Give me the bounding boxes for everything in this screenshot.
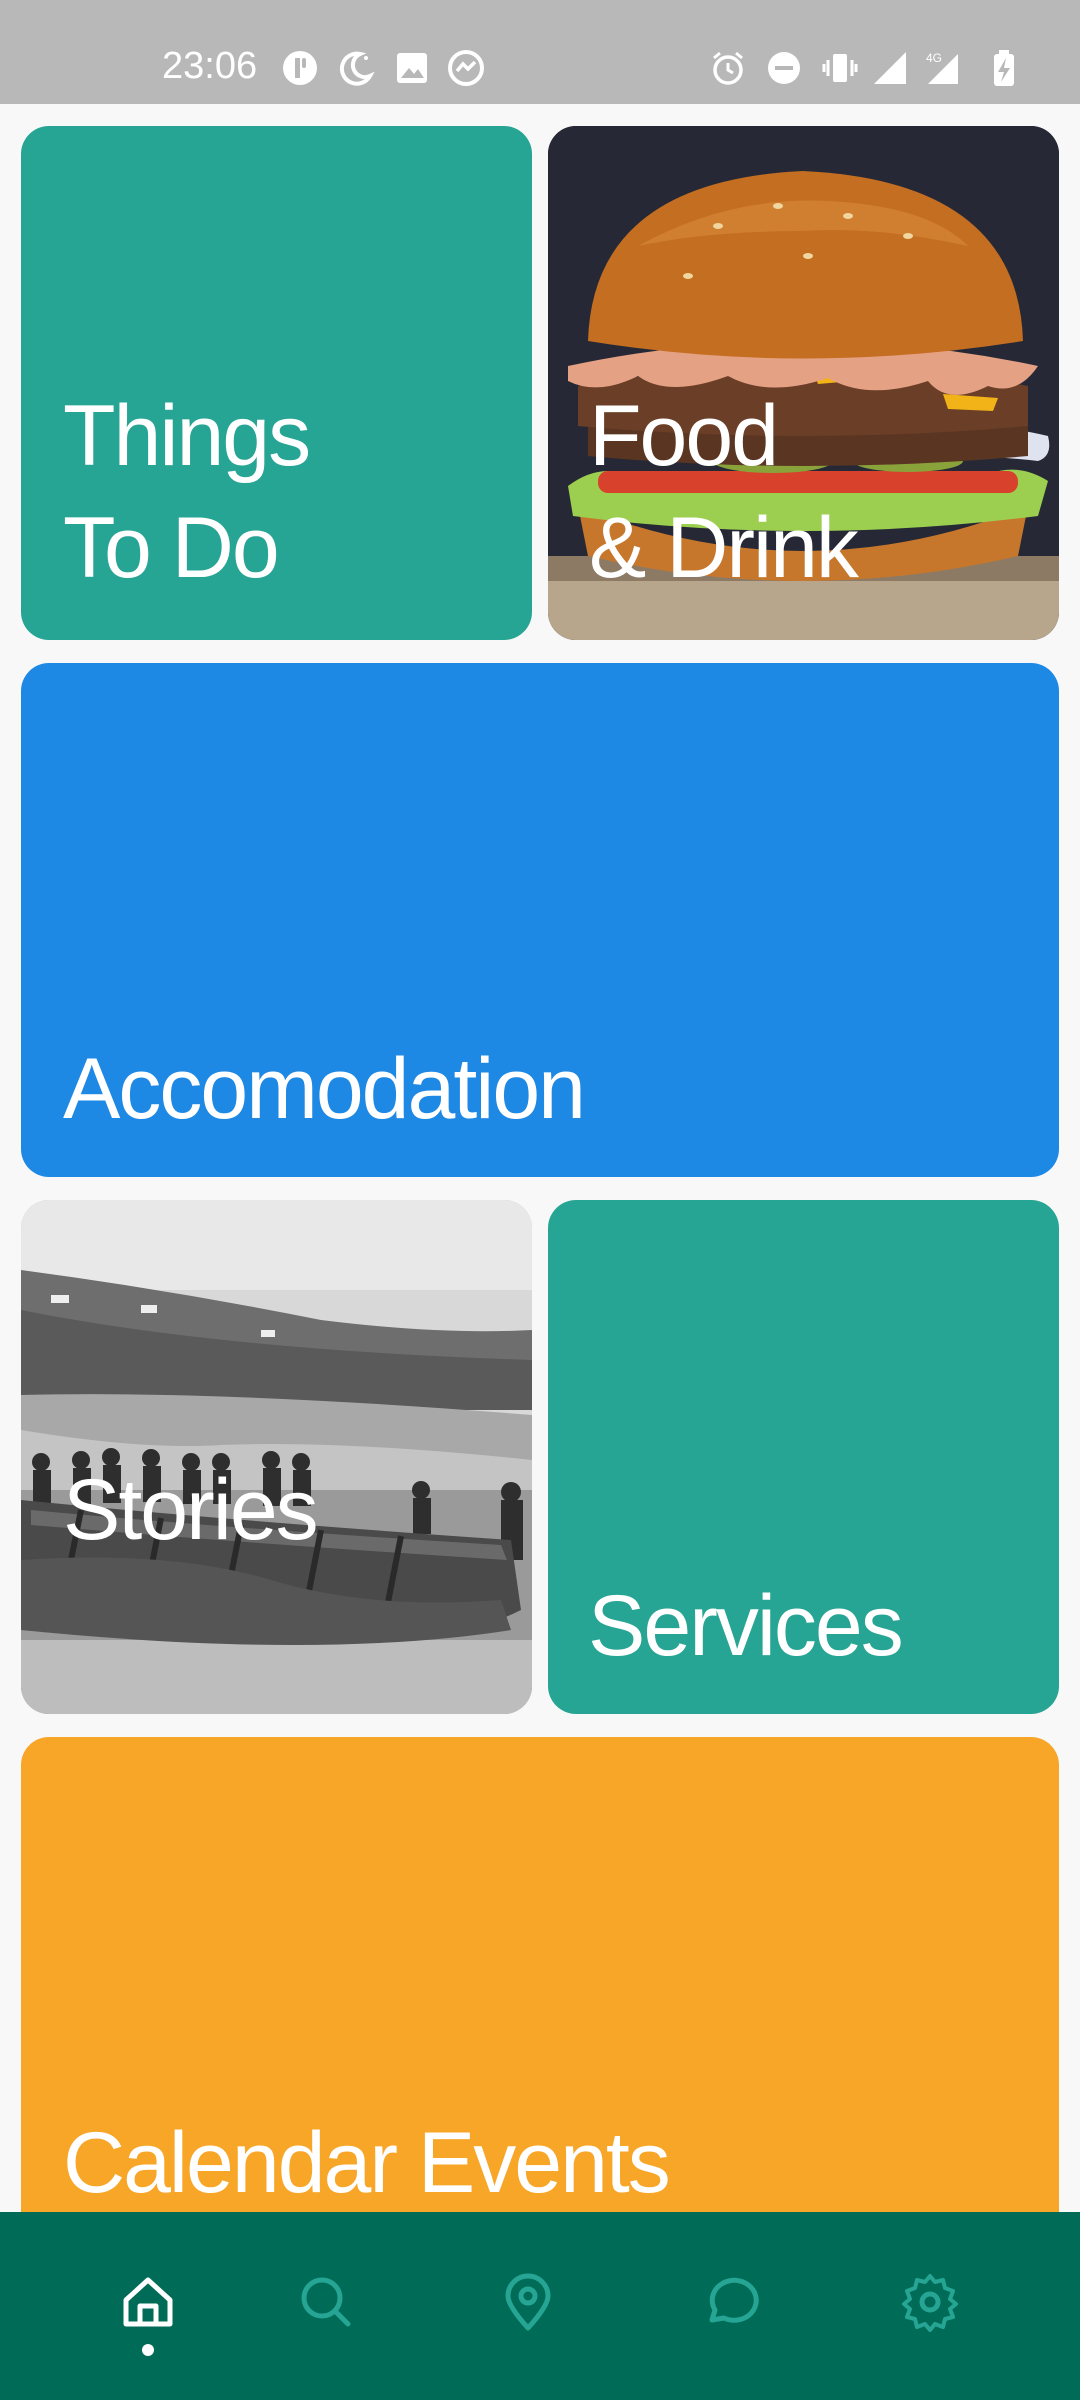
tile-label: Things To Do: [63, 388, 311, 596]
do-not-disturb-moon-icon: [336, 48, 376, 88]
svg-text:4G: 4G: [926, 51, 942, 65]
status-time: 23:06: [162, 45, 258, 87]
status-bar: 23:06 4G: [0, 0, 1080, 104]
nav-settings[interactable]: [870, 2212, 990, 2400]
dnd-minus-icon: [764, 48, 804, 88]
home-icon: [123, 2277, 173, 2327]
nav-search[interactable]: [266, 2212, 386, 2400]
alarm-icon: [708, 48, 748, 88]
tile-label: Calendar Events: [63, 2115, 671, 2211]
signal-4g-icon: 4G: [922, 48, 962, 88]
map-pin-icon: [505, 2273, 551, 2331]
app-notification-icon: [280, 48, 320, 88]
tile-food-drink[interactable]: Food & Drink: [548, 126, 1059, 640]
tile-label: Accomodation: [63, 1041, 586, 1137]
tile-stories[interactable]: Stories: [21, 1200, 532, 1714]
tile-things-to-do[interactable]: Things To Do: [21, 126, 532, 640]
tile-label: Stories: [63, 1462, 319, 1558]
settings-gear-icon: [902, 2274, 958, 2332]
gallery-icon: [392, 48, 432, 88]
search-icon: [301, 2277, 351, 2327]
signal-roaming-icon: [870, 48, 910, 88]
tile-label: Services: [588, 1578, 904, 1674]
battery-charging-icon: [984, 48, 1024, 88]
tile-services[interactable]: Services: [548, 1200, 1059, 1714]
nav-map[interactable]: [468, 2212, 588, 2400]
tile-label: Food & Drink: [589, 388, 859, 596]
tile-calendar-events[interactable]: Calendar Events: [21, 1737, 1059, 2251]
active-indicator-dot: [142, 2344, 154, 2356]
nav-chat[interactable]: [670, 2212, 790, 2400]
messenger-icon: [446, 48, 486, 88]
bottom-navigation: [0, 2212, 1080, 2400]
nav-home[interactable]: [88, 2212, 208, 2400]
tile-accomodation[interactable]: Accomodation: [21, 663, 1059, 1177]
chat-icon: [709, 2277, 759, 2323]
vibrate-icon: [820, 48, 860, 88]
